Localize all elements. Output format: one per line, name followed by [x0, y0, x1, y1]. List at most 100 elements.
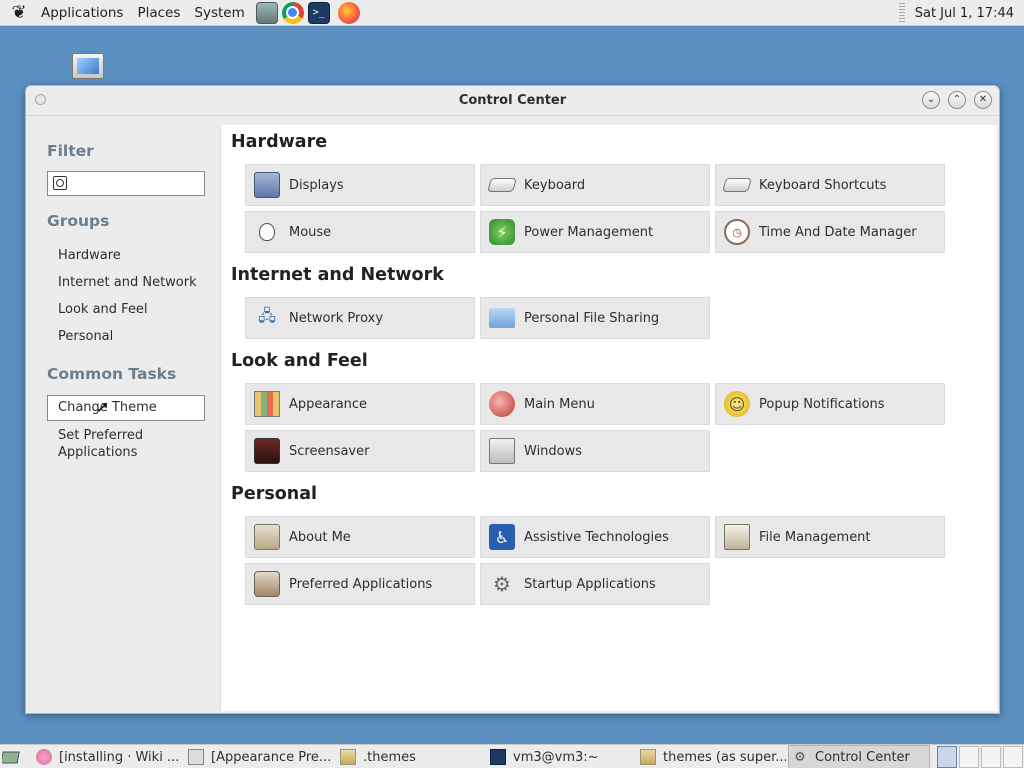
menu-system[interactable]: System	[187, 5, 251, 21]
filter-heading: Filter	[47, 142, 94, 160]
workspace-2[interactable]	[959, 746, 979, 768]
item-about-me[interactable]: About Me	[245, 516, 475, 558]
window-menu-icon[interactable]	[35, 94, 46, 105]
window-titlebar[interactable]: Control Center ⌄ ⌃ ✕	[26, 86, 999, 116]
item-label: Power Management	[524, 224, 654, 240]
item-label: Keyboard	[524, 177, 586, 193]
item-label: Startup Applications	[524, 576, 656, 592]
firefox-icon	[36, 749, 52, 765]
taskbar-item-label: Control Center	[815, 749, 910, 765]
item-label: Mouse	[289, 224, 332, 240]
appearance-icon	[254, 391, 280, 417]
taskbar-item-label: [Appearance Pre...	[211, 749, 332, 765]
item-screensaver[interactable]: Screensaver	[245, 430, 475, 472]
main-menu-icon	[489, 391, 515, 417]
item-startup-applications[interactable]: ⚙ Startup Applications	[480, 563, 710, 605]
window-title: Control Center	[458, 93, 567, 108]
keyboard-shortcuts-icon	[722, 178, 752, 192]
sidebar-group-personal[interactable]: Personal	[58, 328, 113, 345]
bottom-panel: [installing · Wiki ... [Appearance Pre..…	[0, 744, 1024, 768]
workspace-4[interactable]	[1003, 746, 1023, 768]
task-change-theme[interactable]: Change Theme	[47, 395, 205, 421]
mouse-icon	[259, 223, 275, 241]
item-label: Personal File Sharing	[524, 310, 660, 326]
taskbar-item-label: [installing · Wiki ...	[59, 749, 180, 765]
item-label: Preferred Applications	[289, 576, 433, 592]
item-power-management[interactable]: ⚡ Power Management	[480, 211, 710, 253]
taskbar-item-firefox[interactable]: [installing · Wiki ...	[36, 745, 184, 768]
item-assistive-technologies[interactable]: ♿ Assistive Technologies	[480, 516, 710, 558]
workspace-3[interactable]	[981, 746, 1001, 768]
filter-input[interactable]	[47, 171, 205, 196]
power-management-icon: ⚡	[489, 219, 515, 245]
sidebar-group-look-and-feel[interactable]: Look and Feel	[58, 301, 148, 318]
terminal-launcher-icon[interactable]: >_	[307, 1, 330, 24]
top-panel-right: Sat Jul 1, 17:44	[898, 0, 1024, 26]
screensaver-icon	[254, 438, 280, 464]
item-time-and-date-manager[interactable]: ◷ Time And Date Manager	[715, 211, 945, 253]
item-label: Popup Notifications	[759, 396, 885, 412]
gnome-foot-icon[interactable]: ❦	[8, 2, 30, 24]
windows-icon	[489, 438, 515, 464]
network-proxy-icon: 🖧	[258, 305, 276, 325]
file-manager-launcher-icon[interactable]	[255, 1, 278, 24]
item-personal-file-sharing[interactable]: Personal File Sharing	[480, 297, 710, 339]
taskbar-item-themes-folder[interactable]: .themes	[340, 745, 488, 768]
sidebar-group-internet-and-network[interactable]: Internet and Network	[58, 274, 197, 291]
top-panel: ❦ Applications Places System >_ Sat Jul …	[0, 0, 1024, 26]
firefox-launcher-icon[interactable]	[337, 1, 360, 24]
task-set-preferred-label-line1: Set Preferred	[58, 428, 144, 443]
taskbar-item-themes-superuser[interactable]: themes (as super...	[640, 745, 786, 768]
item-displays[interactable]: Displays	[245, 164, 475, 206]
displays-icon	[254, 172, 280, 198]
groups-heading: Groups	[47, 212, 110, 230]
task-set-preferred-applications[interactable]: Set Preferred Applications	[58, 427, 143, 461]
menu-places[interactable]: Places	[130, 5, 187, 21]
item-appearance[interactable]: Appearance	[245, 383, 475, 425]
computer-desktop-icon[interactable]	[68, 53, 108, 87]
group-title-look-and-feel: Look and Feel	[231, 351, 368, 371]
minimize-button[interactable]: ⌄	[922, 91, 940, 109]
clock-icon: ◷	[724, 219, 750, 245]
group-title-hardware: Hardware	[231, 132, 328, 152]
item-mouse[interactable]: Mouse	[245, 211, 475, 253]
item-file-management[interactable]: File Management	[715, 516, 945, 558]
item-main-menu[interactable]: Main Menu	[480, 383, 710, 425]
taskbar-item-label: vm3@vm3:~	[513, 749, 599, 765]
accessibility-icon: ♿	[489, 524, 515, 550]
common-tasks-heading: Common Tasks	[47, 365, 177, 383]
menu-applications[interactable]: Applications	[34, 5, 130, 21]
search-icon	[53, 176, 67, 190]
folder-share-icon	[489, 308, 515, 328]
workspace-1[interactable]	[937, 746, 957, 768]
maximize-button[interactable]: ⌃	[948, 91, 966, 109]
clock[interactable]: Sat Jul 1, 17:44	[915, 6, 1014, 21]
taskbar-item-appearance[interactable]: [Appearance Pre...	[188, 745, 336, 768]
control-center-icon: ⚙	[794, 749, 806, 765]
panel-grip-icon[interactable]	[898, 3, 905, 23]
appearance-small-icon	[188, 749, 204, 765]
taskbar-item-label: .themes	[363, 749, 416, 765]
sidebar-group-hardware[interactable]: Hardware	[58, 247, 121, 264]
item-label: Screensaver	[289, 443, 370, 459]
item-windows[interactable]: Windows	[480, 430, 710, 472]
item-keyboard-shortcuts[interactable]: Keyboard Shortcuts	[715, 164, 945, 206]
chrome-launcher-icon[interactable]	[281, 1, 304, 24]
control-center-window: Control Center ⌄ ⌃ ✕ Filter Groups Hardw…	[25, 85, 1000, 714]
item-label: Assistive Technologies	[524, 529, 669, 545]
item-keyboard[interactable]: Keyboard	[480, 164, 710, 206]
item-preferred-applications[interactable]: Preferred Applications	[245, 563, 475, 605]
item-network-proxy[interactable]: 🖧 Network Proxy	[245, 297, 475, 339]
show-desktop-icon[interactable]	[0, 747, 24, 767]
item-popup-notifications[interactable]: ☺ Popup Notifications	[715, 383, 945, 425]
mouse-pointer-icon: ➚	[96, 397, 110, 416]
close-button[interactable]: ✕	[974, 91, 992, 109]
item-label: File Management	[759, 529, 871, 545]
taskbar-item-terminal[interactable]: vm3@vm3:~	[490, 745, 638, 768]
folder-icon	[640, 749, 656, 765]
gears-icon: ⚙	[493, 572, 511, 596]
taskbar-item-control-center[interactable]: ⚙ Control Center	[788, 745, 930, 768]
item-label: Displays	[289, 177, 344, 193]
about-me-icon	[254, 524, 280, 550]
terminal-icon	[490, 749, 506, 765]
